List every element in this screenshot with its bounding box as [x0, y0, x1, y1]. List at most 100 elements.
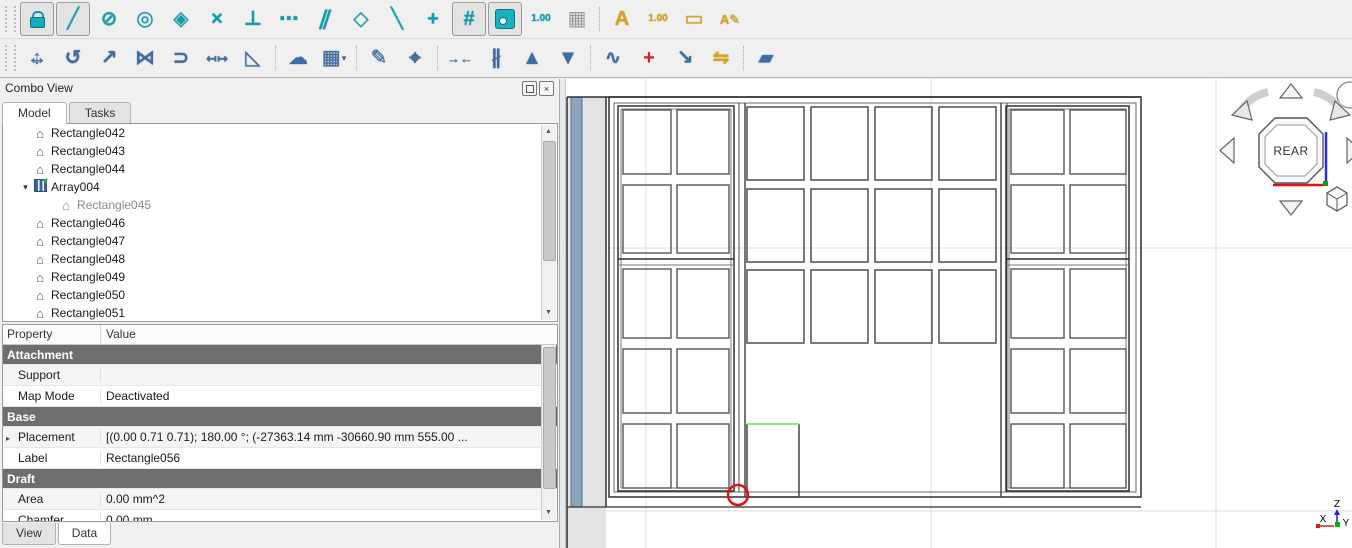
scroll-down-arrow-icon[interactable]: ▼ [542, 306, 555, 320]
scrollbar-thumb[interactable] [543, 141, 556, 261]
draft-wire-to-bspline-icon[interactable]: ∿ [596, 41, 630, 75]
draft-flip-dimension-icon[interactable]: ⇋ [704, 41, 738, 75]
tree-item-rectangle043[interactable]: ⌂Rectangle043 [3, 142, 557, 160]
draft-slope-icon[interactable]: ↘ [668, 41, 702, 75]
draft-clone-icon[interactable]: ☁ [281, 41, 315, 75]
navcube-arrow-up[interactable] [1280, 84, 1302, 98]
tab-data[interactable]: Data [58, 523, 111, 545]
snap-intersection-icon[interactable]: × [200, 2, 234, 36]
draft-array-icon[interactable]: ▦▾ [317, 41, 351, 75]
tree-item-rectangle046[interactable]: ⌂Rectangle046 [3, 214, 557, 232]
window-cell [623, 269, 671, 338]
left-group-frame [621, 109, 731, 488]
snap-dimensions-icon[interactable]: 1.00 [524, 2, 558, 36]
tree-item-rectangle044[interactable]: ⌂Rectangle044 [3, 160, 557, 178]
window-cell [811, 189, 868, 262]
property-value[interactable]: [(0.00 0.71 0.71); 180.00 °; (-27363.14 … [101, 430, 557, 444]
tree-item-rectangle048[interactable]: ⌂Rectangle048 [3, 250, 557, 268]
property-scrollbar[interactable]: ▼ [541, 345, 556, 520]
float-panel-button[interactable] [522, 81, 537, 96]
snap-parallel-icon[interactable]: ∥ [308, 2, 342, 36]
draft-move-icon[interactable]: ↔↕ [20, 41, 54, 75]
tree-item-array004[interactable]: ▾ Array004 [3, 178, 557, 196]
snap-extension-icon[interactable]: ⋯ [272, 2, 306, 36]
property-column-header: Property [3, 325, 101, 344]
property-row: Area0.00 mm^2 [3, 489, 557, 510]
expander-icon[interactable]: ▾ [19, 182, 32, 193]
dropdown-arrow-icon[interactable]: ▾ [342, 53, 347, 64]
draft-split-icon[interactable]: ∦ [479, 41, 513, 75]
property-section-base: Base [3, 407, 557, 427]
draft-offset-icon[interactable]: ⊃ [164, 41, 198, 75]
toolbar-handle[interactable] [5, 45, 16, 71]
property-row: Placement▸[(0.00 0.71 0.71); 180.00 °; (… [3, 427, 557, 448]
tree-item-label: Rectangle050 [51, 288, 125, 302]
rectangle-icon: ⌂ [36, 144, 44, 159]
draft-dimension-icon[interactable]: 1.00 [641, 2, 675, 36]
draft-stretch-icon[interactable]: ◺ [236, 41, 270, 75]
snap-working-plane-icon[interactable] [488, 2, 522, 36]
property-value[interactable]: Rectangle056 [101, 451, 557, 465]
tab-view[interactable]: View [2, 523, 56, 545]
snap-perpendicular-icon[interactable]: ⊥ [236, 2, 270, 36]
snap-midpoint-icon[interactable]: ⊘ [92, 2, 126, 36]
draft-scale-icon[interactable]: ↗ [92, 41, 126, 75]
draft-downgrade-icon[interactable]: ▼ [551, 41, 585, 75]
model-tree: ⌂Rectangle042⌂Rectangle043⌂Rectangle044▾… [2, 123, 558, 322]
tree-item-rectangle051[interactable]: ⌂Rectangle051 [3, 304, 557, 322]
draft-label-icon[interactable]: ▭ [677, 2, 711, 36]
snap-special-icon[interactable]: ◇ [344, 2, 378, 36]
snap-grid-icon[interactable]: # [452, 2, 486, 36]
property-value[interactable]: Deactivated [101, 389, 557, 403]
tree-item-rectangle050[interactable]: ⌂Rectangle050 [3, 286, 557, 304]
window-cell [677, 424, 729, 488]
tab-model[interactable]: Model [2, 102, 67, 124]
snap-lock-icon[interactable] [20, 2, 54, 36]
scroll-up-arrow-icon[interactable]: ▲ [542, 125, 555, 139]
tree-item-rectangle042[interactable]: ⌂Rectangle042 [3, 124, 557, 142]
tree-scrollbar[interactable]: ▲ ▼ [541, 125, 556, 320]
draft-shape2dview-icon[interactable]: ▰ [749, 41, 783, 75]
draft-drawing[interactable]: REARZXY [566, 79, 1352, 548]
tree-item-label: Array004 [51, 180, 100, 194]
draft-edit-icon[interactable]: ✎ [362, 41, 396, 75]
draft-rotate-icon[interactable]: ↺ [56, 41, 90, 75]
tree-item-rectangle045[interactable]: ⌂Rectangle045 [3, 196, 557, 214]
snap-endpoint-icon[interactable]: ╱ [56, 2, 90, 36]
draft-upgrade-icon[interactable]: ▲ [515, 41, 549, 75]
draft-subelement-highlight-icon[interactable]: ⌖ [398, 41, 432, 75]
tree-item-rectangle049[interactable]: ⌂Rectangle049 [3, 268, 557, 286]
navcube-arrow-right[interactable] [1347, 138, 1352, 163]
navcube-arrow-down[interactable] [1280, 201, 1302, 215]
toggle-grid-icon[interactable]: ▦ [560, 2, 594, 36]
snap-center-icon[interactable]: ◎ [128, 2, 162, 36]
tab-tasks[interactable]: Tasks [69, 102, 132, 124]
navcube-face-label: REAR [1273, 144, 1308, 158]
toolbar-separator [590, 46, 591, 70]
expander-icon[interactable]: ▸ [6, 434, 10, 443]
property-value[interactable]: 0.00 mm [101, 513, 557, 522]
toolbar-separator [275, 46, 276, 70]
tree-item-label: Rectangle044 [51, 162, 125, 176]
property-value[interactable]: 0.00 mm^2 [101, 492, 557, 506]
scrollbar-thumb[interactable] [543, 347, 556, 489]
rectangle-icon: ⌂ [36, 216, 44, 231]
view-data-tabs: ViewData [0, 523, 113, 548]
toolbar-handle[interactable] [5, 6, 16, 32]
draft-mirror-icon[interactable]: ⋈ [128, 41, 162, 75]
snap-angle-icon[interactable]: ◈ [164, 2, 198, 36]
draft-annotation-styles-icon[interactable]: A✎ [713, 2, 747, 36]
draft-add-point-icon[interactable]: + [632, 41, 666, 75]
draft-join-icon[interactable]: →← [443, 41, 477, 75]
toolbar-separator [743, 46, 744, 70]
tree-item-rectangle047[interactable]: ⌂Rectangle047 [3, 232, 557, 250]
snap-near-icon[interactable]: ╲ [380, 2, 414, 36]
draft-text-icon[interactable]: A [605, 2, 639, 36]
scroll-down-arrow-icon[interactable]: ▼ [542, 506, 555, 520]
close-panel-button[interactable]: × [539, 81, 554, 96]
window-cell [1070, 185, 1126, 253]
snap-ortho-icon[interactable]: + [416, 2, 450, 36]
draft-trimex-icon[interactable]: ↤↦ [200, 41, 234, 75]
3d-viewport[interactable]: REARZXY [566, 79, 1352, 548]
navcube-arrow-left[interactable] [1220, 138, 1234, 163]
